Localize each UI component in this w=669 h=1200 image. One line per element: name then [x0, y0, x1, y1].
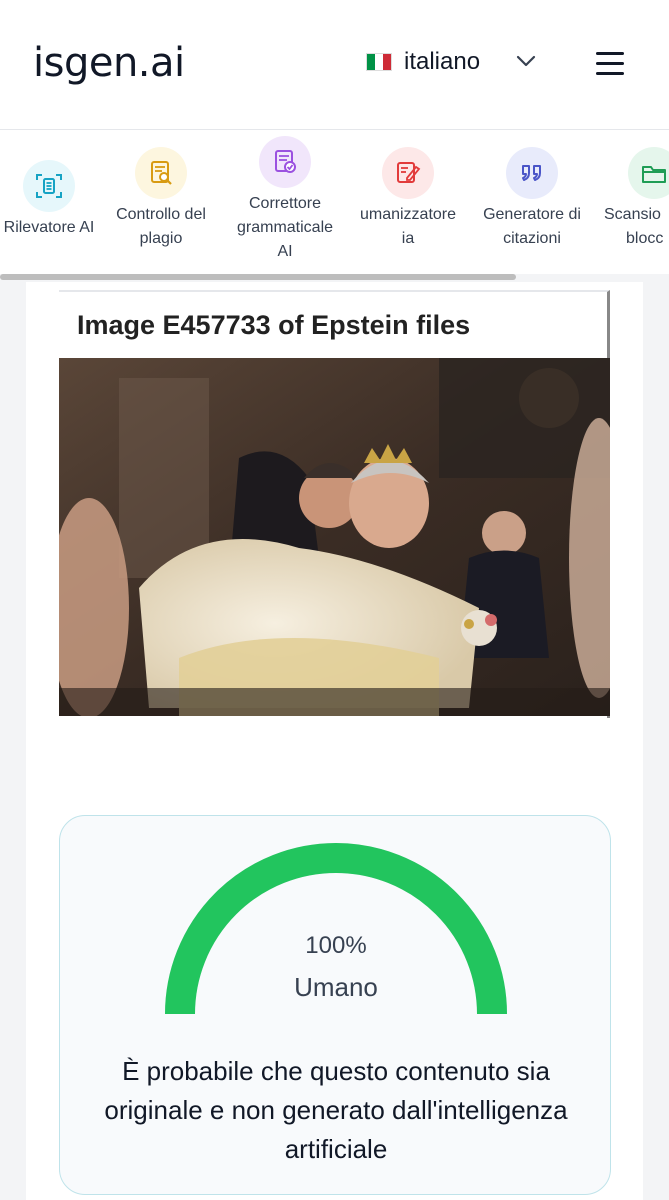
uploaded-photo — [59, 358, 610, 716]
tool-humanizer[interactable]: umanizzatore ia — [343, 147, 473, 251]
result-label: Umano — [294, 972, 378, 1002]
tool-label-line: AI — [277, 243, 293, 260]
tool-label-line: umanizzatore — [359, 206, 457, 223]
ai-scan-icon — [23, 160, 75, 212]
chevron-down-icon[interactable] — [516, 55, 536, 67]
tool-label-line: Scansio — [604, 206, 661, 223]
tool-scan-block[interactable]: Scansio blocc — [590, 147, 669, 251]
tools-scrollbar[interactable] — [0, 274, 516, 280]
language-selector[interactable]: italiano — [366, 48, 480, 76]
tool-citation-generator[interactable]: Generatore di citazioni — [467, 147, 597, 251]
tools-strip: Rilevatore AI Controllo del plagio Corre… — [0, 130, 669, 280]
tool-label-line: citazioni — [503, 230, 561, 247]
italy-flag-icon — [366, 53, 392, 71]
tool-label-line: plagio — [139, 230, 183, 247]
site-header: isgen.ai italiano — [0, 0, 669, 130]
tool-grammar-checker[interactable]: Correttore grammaticale AI — [220, 136, 350, 264]
folder-icon — [628, 147, 669, 199]
plagiarism-check-icon — [135, 147, 187, 199]
tool-label-line: blocc — [626, 230, 664, 247]
image-title: Image E457733 of Epstein files — [77, 310, 471, 340]
tool-label-line: grammaticale — [236, 219, 334, 236]
analysis-result-panel: 100% Umano È probabile che questo conten… — [59, 815, 611, 1195]
language-label: italiano — [404, 48, 481, 75]
human-percent: 100% — [305, 932, 367, 959]
tool-plagiarism-check[interactable]: Controllo del plagio — [96, 147, 226, 251]
tool-label-line: Generatore di — [483, 206, 581, 223]
logo[interactable]: isgen.ai — [33, 40, 185, 86]
grammar-check-icon — [259, 136, 311, 188]
humanizer-icon — [382, 147, 434, 199]
tool-label-line: Correttore — [248, 195, 322, 212]
tool-label-line: Controllo del — [116, 206, 206, 223]
uploaded-image: Image E457733 of Epstein files — [59, 290, 610, 718]
hamburger-menu-icon[interactable] — [596, 52, 624, 76]
quote-icon — [506, 147, 558, 199]
tool-label-line: ia — [401, 230, 415, 247]
result-message: È probabile che questo contenuto sia ori… — [104, 1056, 568, 1164]
